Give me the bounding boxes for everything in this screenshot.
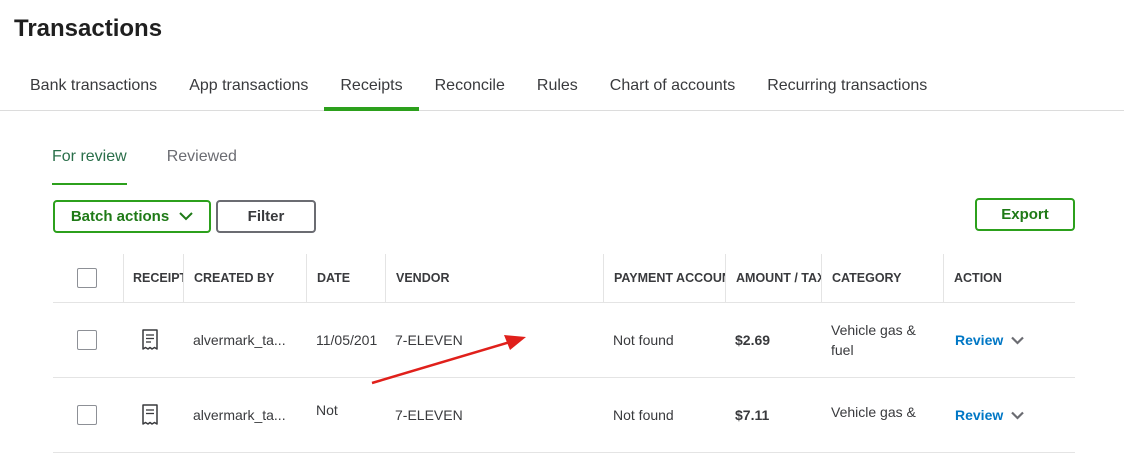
tab-recurring-transactions[interactable]: Recurring transactions	[751, 66, 943, 110]
vendor-value: 7-ELEVEN	[395, 332, 463, 348]
column-header-date[interactable]: DATE	[306, 254, 385, 302]
action-cell: Review	[943, 378, 1075, 452]
amount-value: $7.11	[735, 407, 770, 423]
chevron-down-icon[interactable]	[1011, 336, 1025, 345]
row-select-cell	[53, 378, 123, 452]
created-by-value: alvermark_ta...	[193, 407, 286, 423]
review-button[interactable]: Review	[955, 407, 1003, 423]
row-checkbox[interactable]	[77, 405, 97, 425]
tab-bar: Bank transactions App transactions Recei…	[0, 66, 1124, 111]
review-button[interactable]: Review	[955, 332, 1003, 348]
category-value[interactable]: Vehicle gas &	[821, 378, 943, 452]
amount-value: $2.69	[735, 332, 771, 348]
tab-bank-transactions[interactable]: Bank transactions	[0, 66, 173, 110]
filter-button[interactable]: Filter	[216, 200, 316, 233]
page-title: Transactions	[14, 15, 163, 42]
select-all-checkbox[interactable]	[77, 268, 97, 288]
column-header-payment-account[interactable]: PAYMENT ACCOUN	[603, 254, 725, 302]
date-value: 11/05/201	[316, 332, 378, 348]
tab-app-transactions[interactable]: App transactions	[173, 66, 324, 110]
table-header: RECEIPT CREATED BY DATE VENDOR PAYMENT A…	[53, 254, 1075, 303]
table-row[interactable]: alvermark_ta... Not 7-ELEVEN Not found $…	[53, 378, 1075, 453]
table-row[interactable]: alvermark_ta... 11/05/201 7-ELEVEN Not f…	[53, 303, 1075, 378]
batch-actions-button[interactable]: Batch actions	[53, 200, 211, 233]
column-header-vendor[interactable]: VENDOR	[385, 254, 603, 302]
tab-chart-of-accounts[interactable]: Chart of accounts	[594, 66, 751, 110]
action-cell: Review	[943, 303, 1075, 377]
export-button[interactable]: Export	[975, 198, 1075, 231]
subtab-bar: For review Reviewed	[52, 148, 237, 185]
batch-actions-label: Batch actions	[70, 208, 170, 225]
row-select-cell	[53, 303, 123, 377]
tab-receipts[interactable]: Receipts	[324, 66, 419, 111]
column-header-action: ACTION	[943, 254, 1075, 302]
tab-rules[interactable]: Rules	[521, 66, 594, 110]
column-header-amount[interactable]: AMOUNT / TAX	[725, 254, 821, 302]
tab-reconcile[interactable]: Reconcile	[419, 66, 521, 110]
vendor-value: 7-ELEVEN	[395, 407, 463, 423]
chevron-down-icon	[179, 212, 193, 221]
chevron-down-icon[interactable]	[1011, 411, 1025, 420]
row-checkbox[interactable]	[77, 330, 97, 350]
column-header-receipt[interactable]: RECEIPT	[123, 254, 183, 302]
subtab-reviewed[interactable]: Reviewed	[167, 148, 237, 185]
payment-account-value: Not found	[613, 332, 674, 348]
subtab-for-review[interactable]: For review	[52, 148, 127, 185]
receipt-icon[interactable]	[123, 303, 183, 377]
select-all-cell	[53, 254, 123, 302]
date-value: Not	[316, 402, 338, 418]
created-by-value: alvermark_ta...	[193, 332, 286, 348]
column-header-created-by[interactable]: CREATED BY	[183, 254, 306, 302]
category-value[interactable]: Vehicle gas & fuel	[821, 303, 943, 377]
column-header-category[interactable]: CATEGORY	[821, 254, 943, 302]
receipt-icon[interactable]	[123, 378, 183, 452]
payment-account-value: Not found	[613, 407, 674, 423]
